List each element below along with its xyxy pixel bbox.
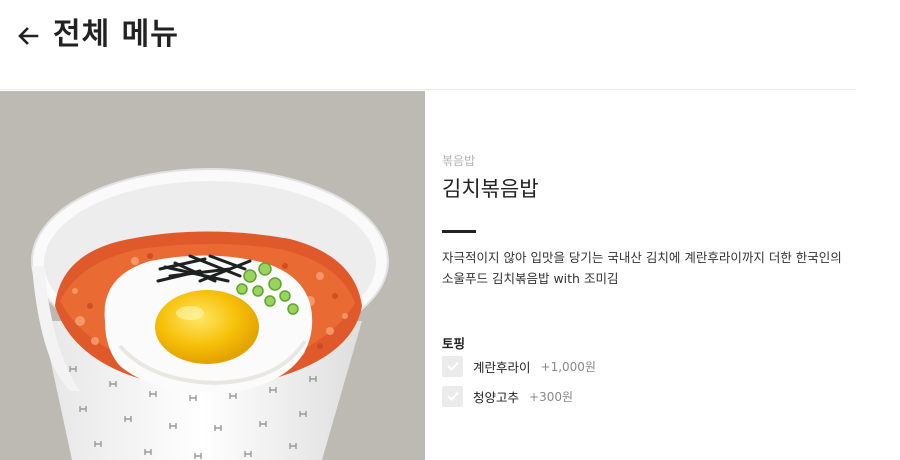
title-divider <box>442 230 476 233</box>
product-description: 자극적이지 않아 입맛을 당기는 국내산 김치에 계란후라이까지 더한 한국인의… <box>442 247 852 289</box>
topping-option-cheongyang-pepper[interactable]: 청양고추 +300원 <box>442 385 573 407</box>
description-line-2: 소울푸드 김치볶음밥 with 조미김 <box>442 271 619 286</box>
description-line-1: 자극적이지 않아 입맛을 당기는 국내산 김치에 계란후라이까지 더한 한국인의 <box>442 250 842 265</box>
checkmark-icon <box>446 361 459 371</box>
product-details: 볶음밥 김치볶음밥 자극적이지 않아 입맛을 당기는 국내산 김치에 계란후라이… <box>442 91 862 460</box>
topping-name: 계란후라이 <box>473 359 531 375</box>
product-category: 볶음밥 <box>442 154 476 168</box>
product-name: 김치볶음밥 <box>442 177 539 201</box>
header: 전체 메뉴 <box>0 0 856 90</box>
topping-checkbox[interactable] <box>442 385 463 407</box>
product-photo <box>0 91 425 460</box>
menu-detail-page: 전체 메뉴 볶음밥 김치볶음밥 자극적이지 않아 입맛을 당기는 국내산 김치에… <box>0 0 900 460</box>
checkmark-icon <box>446 391 459 401</box>
topping-section-title: 토핑 <box>442 336 466 351</box>
topping-name: 청양고추 <box>473 389 520 405</box>
page-title: 전체 메뉴 <box>53 17 179 52</box>
arrow-left-icon[interactable] <box>16 24 40 48</box>
topping-checkbox[interactable] <box>442 355 463 377</box>
topping-price: +1,000원 <box>540 359 596 374</box>
topping-price: +300원 <box>529 389 574 404</box>
topping-option-fried-egg[interactable]: 계란후라이 +1,000원 <box>442 355 596 377</box>
